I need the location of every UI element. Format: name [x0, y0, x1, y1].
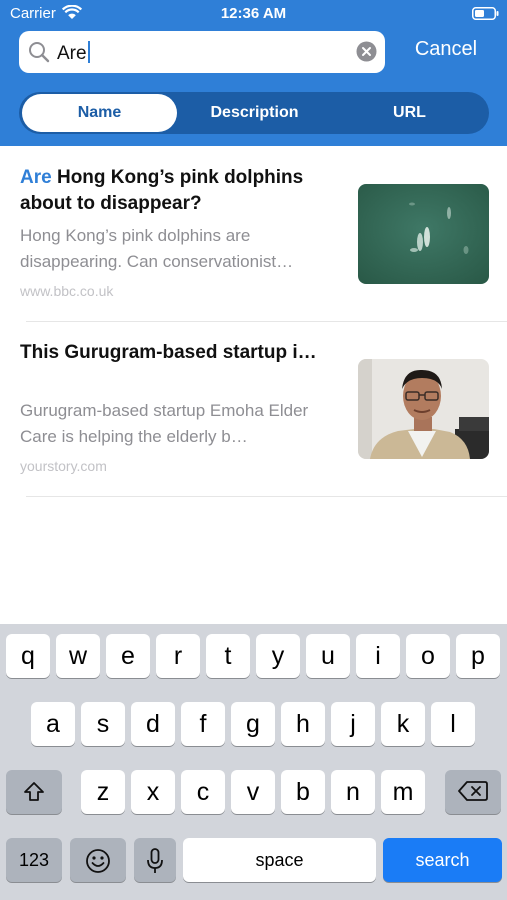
- key-l[interactable]: l: [431, 702, 475, 746]
- key-p[interactable]: p: [456, 634, 500, 678]
- result-title: This Gurugram-based startup i…: [20, 340, 350, 366]
- key-m[interactable]: m: [381, 770, 425, 814]
- key-s[interactable]: s: [81, 702, 125, 746]
- search-field[interactable]: Are: [19, 31, 385, 73]
- result-thumbnail: [358, 359, 489, 459]
- key-c[interactable]: c: [181, 770, 225, 814]
- key-g[interactable]: g: [231, 702, 275, 746]
- scope-tab-url[interactable]: URL: [332, 94, 487, 132]
- scope-tab-description[interactable]: Description: [177, 94, 332, 132]
- key-f[interactable]: f: [181, 702, 225, 746]
- key-u[interactable]: u: [306, 634, 350, 678]
- space-key[interactable]: space: [183, 838, 376, 882]
- key-i[interactable]: i: [356, 634, 400, 678]
- key-z[interactable]: z: [81, 770, 125, 814]
- delete-key[interactable]: [445, 770, 501, 814]
- search-icon: [29, 42, 50, 63]
- key-d[interactable]: d: [131, 702, 175, 746]
- key-y[interactable]: y: [256, 634, 300, 678]
- keyboard: q w e r t y u i o p a s d f g h j k l z …: [0, 624, 507, 900]
- result-url: www.bbc.co.uk: [20, 283, 114, 299]
- battery-icon: [472, 7, 499, 20]
- key-t[interactable]: t: [206, 634, 250, 678]
- man-portrait-image: [358, 359, 489, 459]
- scope-tab-name[interactable]: Name: [22, 94, 177, 132]
- title-text: This Gurugram-based startup i…: [20, 342, 317, 363]
- key-e[interactable]: e: [106, 634, 150, 678]
- title-text: Hong Kong’s pink dolphins about to disap…: [20, 167, 304, 214]
- delete-icon: [458, 781, 488, 801]
- search-key[interactable]: search: [383, 838, 502, 882]
- result-description: Gurugram-based startup Emoha Elder Care …: [20, 401, 309, 446]
- key-o[interactable]: o: [406, 634, 450, 678]
- key-h[interactable]: h: [281, 702, 325, 746]
- key-j[interactable]: j: [331, 702, 375, 746]
- cancel-button[interactable]: Cancel: [400, 38, 492, 61]
- result-row[interactable]: This Gurugram-based startup i… Gurugram-…: [0, 321, 507, 496]
- emoji-icon: [86, 849, 110, 873]
- status-time: 12:36 AM: [220, 5, 287, 22]
- key-r[interactable]: r: [156, 634, 200, 678]
- key-v[interactable]: v: [231, 770, 275, 814]
- shift-icon: [24, 782, 44, 801]
- key-k[interactable]: k: [381, 702, 425, 746]
- result-thumbnail: [358, 184, 489, 284]
- key-x[interactable]: x: [131, 770, 175, 814]
- row-divider: [26, 496, 507, 497]
- scope-segmented-control: Name Description URL: [19, 92, 489, 134]
- title-match-highlight: Are: [20, 167, 52, 188]
- clear-icon[interactable]: [356, 41, 377, 62]
- result-title: Are Hong Kong’s pink dolphins about to d…: [20, 165, 350, 217]
- key-w[interactable]: w: [56, 634, 100, 678]
- status-bar: Carrier 12:36 AM: [0, 0, 507, 28]
- emoji-key[interactable]: [70, 838, 126, 882]
- search-query: Are: [57, 43, 87, 64]
- key-n[interactable]: n: [331, 770, 375, 814]
- key-b[interactable]: b: [281, 770, 325, 814]
- dictation-key[interactable]: [134, 838, 176, 882]
- key-q[interactable]: q: [6, 634, 50, 678]
- key-a[interactable]: a: [31, 702, 75, 746]
- text-caret: [87, 41, 90, 63]
- result-url: yourstory.com: [20, 458, 107, 474]
- result-row[interactable]: Are Hong Kong’s pink dolphins about to d…: [0, 146, 507, 321]
- numbers-key[interactable]: 123: [6, 838, 62, 882]
- search-input[interactable]: Are: [57, 41, 90, 65]
- search-header: Carrier 12:36 AM Are Cancel Name Descrip…: [0, 0, 507, 146]
- shift-key[interactable]: [6, 770, 62, 814]
- microphone-icon: [147, 848, 163, 873]
- dolphins-image: [358, 184, 489, 284]
- result-description: Hong Kong’s pink dolphins are disappeari…: [20, 226, 294, 271]
